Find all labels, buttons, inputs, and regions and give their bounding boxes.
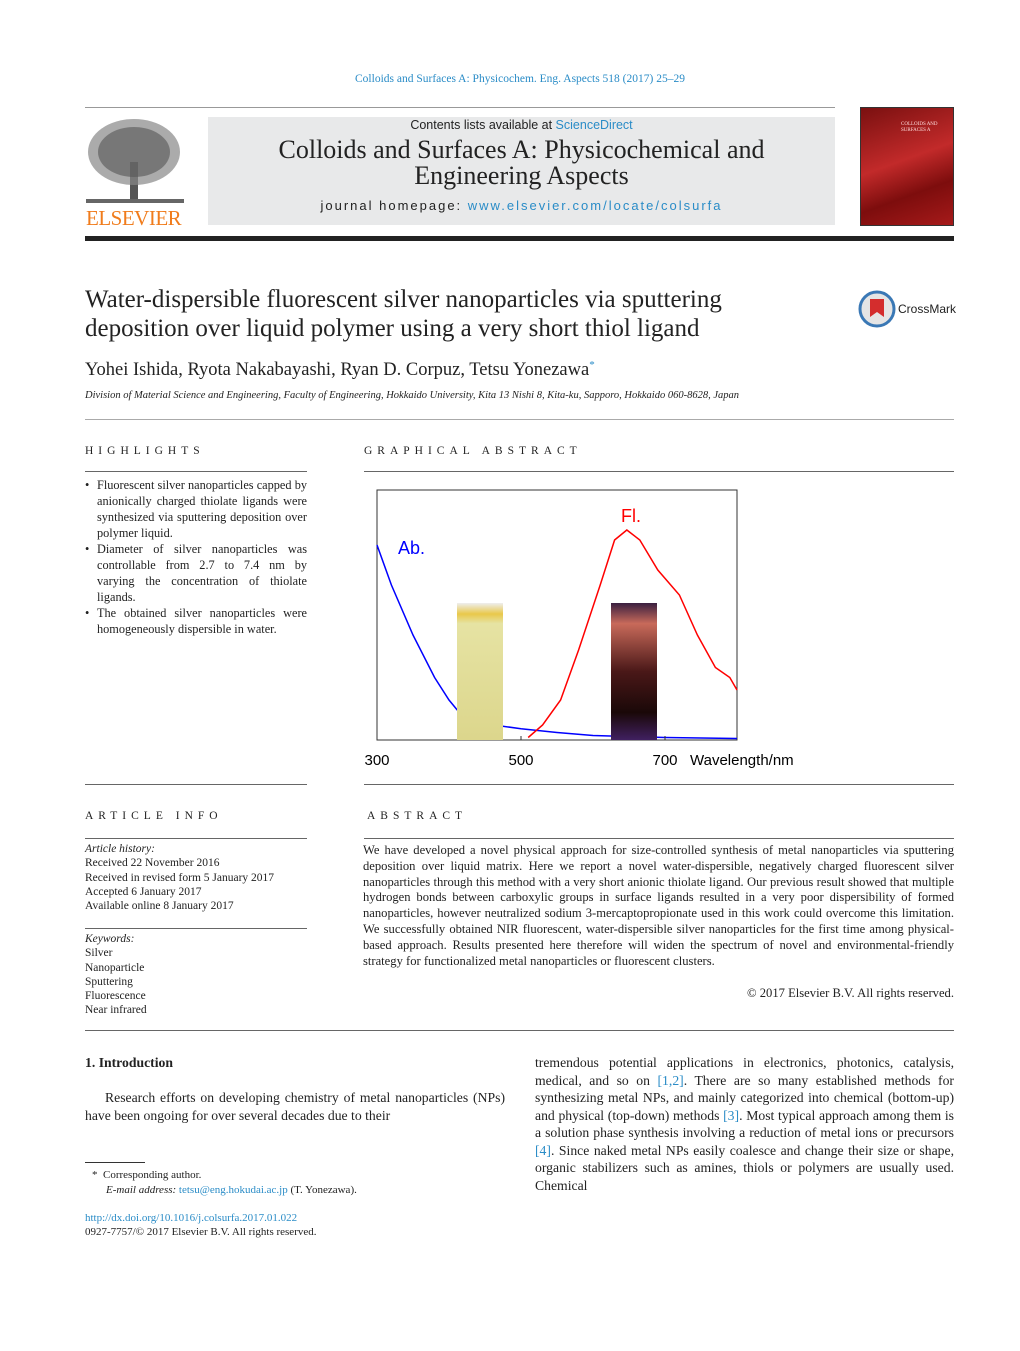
homepage-link[interactable]: www.elsevier.com/locate/colsurfa: [468, 198, 723, 213]
elsevier-logo: ELSEVIER: [86, 117, 184, 230]
abstract-heading: ABSTRACT: [367, 810, 468, 822]
highlights-list: Fluorescent silver nanoparticles capped …: [85, 477, 307, 637]
intro-paragraph-continued: tremendous potential applications in ele…: [535, 1055, 954, 1193]
keyword: Nanoparticle: [85, 961, 145, 974]
keyword: Silver: [85, 947, 113, 960]
graphical-abstract-chart: 300 500 700 Ab. Fl. Wavelength/nm: [364, 489, 794, 769]
homepage-label: journal homepage:: [320, 198, 468, 213]
annotation-ab: Ab.: [398, 538, 425, 558]
plot-frame: [376, 489, 738, 741]
contents-label: Contents lists available at: [410, 118, 556, 132]
footnote: * Corresponding author. E-mail address: …: [92, 1169, 357, 1196]
reference-link[interactable]: [1,2]: [658, 1073, 684, 1088]
x-tick-label: 300: [364, 752, 389, 769]
graphical-abstract-heading: GRAPHICAL ABSTRACT: [364, 445, 582, 457]
x-tick-label: 500: [508, 752, 533, 769]
highlight-item: Fluorescent silver nanoparticles capped …: [85, 477, 307, 541]
journal-title: Colloids and Surfaces A: Physicochemical…: [278, 135, 765, 190]
keywords: Keywords: Silver Nanoparticle Sputtering…: [85, 932, 307, 1018]
keyword: Fluorescence: [85, 990, 146, 1003]
corresponding-author-mark[interactable]: *: [589, 359, 595, 371]
abstract-text: We have developed a novel physical appro…: [363, 843, 954, 968]
intro-heading: 1. Introduction: [85, 1055, 173, 1070]
crossmark-button[interactable]: CrossMark: [858, 290, 956, 328]
highlights-heading: HIGHLIGHTS: [85, 445, 205, 457]
article-title: Water-dispersible fluorescent silver nan…: [85, 286, 722, 342]
article-history: Article history: Received 22 November 20…: [85, 843, 275, 913]
highlight-item: The obtained silver nanoparticles were h…: [85, 605, 307, 637]
email-link[interactable]: tetsu@eng.hokudai.ac.jp: [179, 1184, 288, 1196]
citation: Colloids and Surfaces A: Physicochem. En…: [355, 73, 685, 85]
journal-banner: Contents lists available at ScienceDirec…: [208, 117, 835, 225]
reference-link[interactable]: [4]: [535, 1143, 551, 1158]
intro-paragraph: Research efforts on developing chemistry…: [85, 1090, 505, 1123]
keyword: Sputtering: [85, 975, 133, 988]
sciencedirect-link[interactable]: ScienceDirect: [556, 118, 633, 132]
crossmark-icon: [858, 290, 896, 328]
affiliation: Division of Material Science and Enginee…: [85, 390, 740, 401]
authors: Yohei Ishida, Ryota Nakabayashi, Ryan D.…: [85, 359, 595, 381]
issn: 0927-7757/© 2017 Elsevier B.V. All right…: [85, 1226, 317, 1238]
elsevier-wordmark: ELSEVIER: [86, 206, 182, 230]
copyright: © 2017 Elsevier B.V. All rights reserved…: [747, 986, 954, 1000]
cuvette-photo-ambient-light: [457, 603, 503, 740]
doi-link[interactable]: http://dx.doi.org/10.1016/j.colsurfa.201…: [85, 1212, 297, 1224]
x-axis-label: Wavelength/nm: [690, 752, 794, 769]
keyword: Near infrared: [85, 1004, 147, 1017]
paper-page: Colloids and Surfaces A: Physicochem. En…: [0, 0, 1020, 1351]
elsevier-tree-icon: [86, 119, 184, 203]
journal-cover: COLLOIDS AND SURFACES A: [860, 107, 954, 226]
cuvette-photo-uv-light: [611, 603, 657, 740]
x-tick-label: 700: [652, 752, 677, 769]
article-info-heading: ARTICLE INFO: [85, 810, 223, 822]
annotation-fl: Fl.: [621, 506, 641, 526]
reference-link[interactable]: [3]: [723, 1108, 739, 1123]
highlight-item: Diameter of silver nanoparticles was con…: [85, 541, 307, 605]
